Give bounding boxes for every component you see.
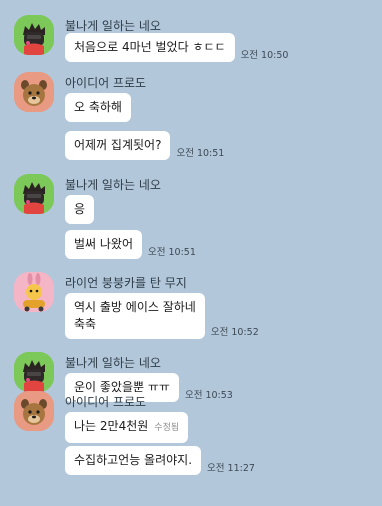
avatar-neo[interactable]	[14, 174, 54, 214]
message-bubble[interactable]: 나는 2만4천원 수정됨	[65, 412, 189, 443]
sender-name: 라이언 붕붕카를 탄 무지	[65, 276, 187, 290]
message-row: 역시 출방 에이스 잘하네 축축 오전 10:52	[65, 293, 259, 339]
message-text: 나는 2만4천원	[74, 419, 149, 433]
avatar-frodo[interactable]	[14, 391, 54, 431]
message-bubble[interactable]: 수집하고언능 올려야지.	[65, 446, 202, 475]
message-time: 오전 10:52	[210, 327, 259, 338]
neo-icon	[14, 15, 54, 55]
avatar-frodo[interactable]	[14, 72, 54, 112]
muzi-icon	[14, 272, 54, 312]
sender-name: 아이디어 프로도	[65, 76, 147, 90]
message-row: 수집하고언능 올려야지. 오전 11:27	[65, 446, 255, 475]
sender-name: 불나게 일하는 네오	[65, 356, 161, 370]
sender-name: 불나게 일하는 네오	[65, 178, 161, 192]
message-bubble[interactable]: 오 축하해	[65, 93, 131, 122]
message-time: 오전 10:51	[176, 148, 225, 159]
neo-icon	[14, 174, 54, 214]
message-bubble[interactable]: 역시 출방 에이스 잘하네 축축	[65, 293, 205, 339]
message-bubble[interactable]: 처음으로 4마넌 벌었다 ㅎㄷㄷ	[65, 33, 235, 62]
avatar-neo[interactable]	[14, 15, 54, 55]
message-row: 벌써 나왔어 오전 10:51	[65, 230, 196, 259]
avatar-muzi[interactable]	[14, 272, 54, 312]
message-bubble[interactable]: 어제꺼 집계됫어?	[65, 131, 171, 160]
message-row: 처음으로 4마넌 벌었다 ㅎㄷㄷ 오전 10:50	[65, 33, 288, 62]
edited-label: 수정됨	[154, 423, 180, 433]
message-row: 오 축하해	[65, 93, 131, 122]
message-time: 오전 11:27	[207, 463, 255, 474]
message-row: 어제꺼 집계됫어? 오전 10:51	[65, 131, 224, 160]
message-row: 응	[65, 195, 95, 224]
message-bubble[interactable]: 벌써 나왔어	[65, 230, 143, 259]
avatar-neo[interactable]	[14, 352, 54, 392]
frodo-icon	[14, 391, 54, 431]
chat-room: 불나게 일하는 네오 처음으로 4마넌 벌었다 ㅎㄷㄷ 오전 10:50 아이디…	[0, 0, 382, 506]
sender-name: 불나게 일하는 네오	[65, 19, 161, 33]
frodo-icon	[14, 72, 54, 112]
message-bubble[interactable]: 응	[65, 195, 95, 224]
message-time: 오전 10:51	[148, 247, 196, 258]
message-time: 오전 10:50	[240, 50, 289, 61]
sender-name: 아이디어 프로도	[65, 395, 147, 409]
message-time: 오전 10:53	[184, 390, 233, 401]
neo-icon	[14, 352, 54, 392]
message-row: 나는 2만4천원 수정됨	[65, 412, 189, 443]
